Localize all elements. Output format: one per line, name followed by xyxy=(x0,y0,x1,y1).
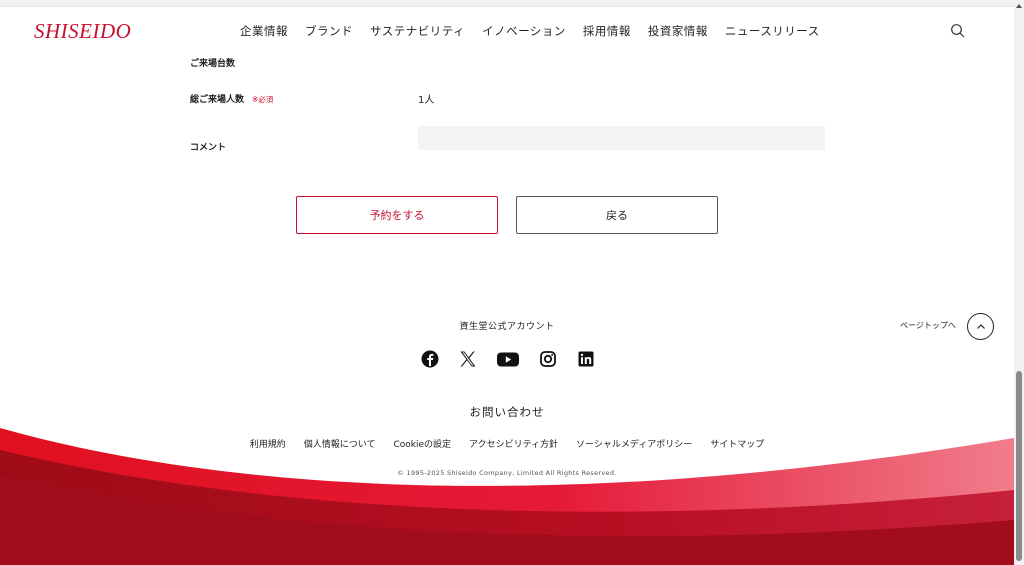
total-visitors-label-row: 総ご来場人数 ※必須 xyxy=(190,92,273,105)
footer-link-accessibility[interactable]: アクセシビリティ方針 xyxy=(469,437,558,450)
linkedin-icon[interactable] xyxy=(576,349,596,369)
contact-link[interactable]: お問い合わせ xyxy=(0,404,1014,420)
page-top-button[interactable] xyxy=(967,313,994,340)
x-icon[interactable] xyxy=(458,349,478,369)
nav-item-sustainability[interactable]: サステナビリティ xyxy=(370,23,465,39)
reserve-button[interactable]: 予約をする xyxy=(296,196,498,234)
comment-label: コメント xyxy=(190,143,227,153)
nav-item-careers[interactable]: 採用情報 xyxy=(583,23,631,39)
chevron-up-icon xyxy=(977,324,985,329)
site-header: SHISEIDO 企業情報 ブランド サステナビリティ イノベーション 採用情報… xyxy=(0,7,1014,53)
instagram-icon[interactable] xyxy=(538,349,558,369)
footer-links: 利用規約 個人情報について Cookieの設定 アクセシビリティ方針 ソーシャル… xyxy=(0,437,1014,450)
nav-item-corporate[interactable]: 企業情報 xyxy=(240,23,288,39)
nav-item-news[interactable]: ニュースリリース xyxy=(725,23,820,39)
scroll-up-arrow-icon[interactable] xyxy=(1016,4,1022,8)
footer-link-cookie-settings[interactable]: Cookieの設定 xyxy=(393,437,451,450)
total-visitors-label: 総ご来場人数 xyxy=(190,95,245,105)
back-button[interactable]: 戻る xyxy=(516,196,718,234)
browser-top-strip xyxy=(0,0,1014,7)
social-icons xyxy=(420,349,596,369)
official-accounts-title: 資生堂公式アカウント xyxy=(459,322,555,332)
copyright: © 1995-2025 Shiseido Company, Limited Al… xyxy=(397,469,617,477)
footer-link-social-policy[interactable]: ソーシャルメディアポリシー xyxy=(576,437,692,450)
search-icon[interactable] xyxy=(950,23,966,39)
total-visitors-value: 1人 xyxy=(418,95,435,106)
required-mark: ※必須 xyxy=(252,95,274,104)
nav-item-investors[interactable]: 投資家情報 xyxy=(648,23,708,39)
footer-link-privacy[interactable]: 個人情報について xyxy=(304,437,376,450)
youtube-icon[interactable] xyxy=(496,349,520,369)
vehicles-label: ご来場台数 xyxy=(190,59,236,69)
page-top-label[interactable]: ページトップへ xyxy=(900,320,956,331)
logo-text: SHISEIDO xyxy=(34,19,131,43)
main-nav: 企業情報 ブランド サステナビリティ イノベーション 採用情報 投資家情報 ニュ… xyxy=(240,23,837,39)
comment-field[interactable] xyxy=(418,126,825,150)
shiseido-logo[interactable]: SHISEIDO xyxy=(32,18,144,44)
footer-link-sitemap[interactable]: サイトマップ xyxy=(710,437,764,450)
scrollbar-thumb[interactable] xyxy=(1016,371,1022,561)
footer-link-terms[interactable]: 利用規約 xyxy=(250,437,286,450)
nav-item-innovation[interactable]: イノベーション xyxy=(482,23,566,39)
facebook-icon[interactable] xyxy=(420,349,440,369)
nav-item-brands[interactable]: ブランド xyxy=(305,23,353,39)
